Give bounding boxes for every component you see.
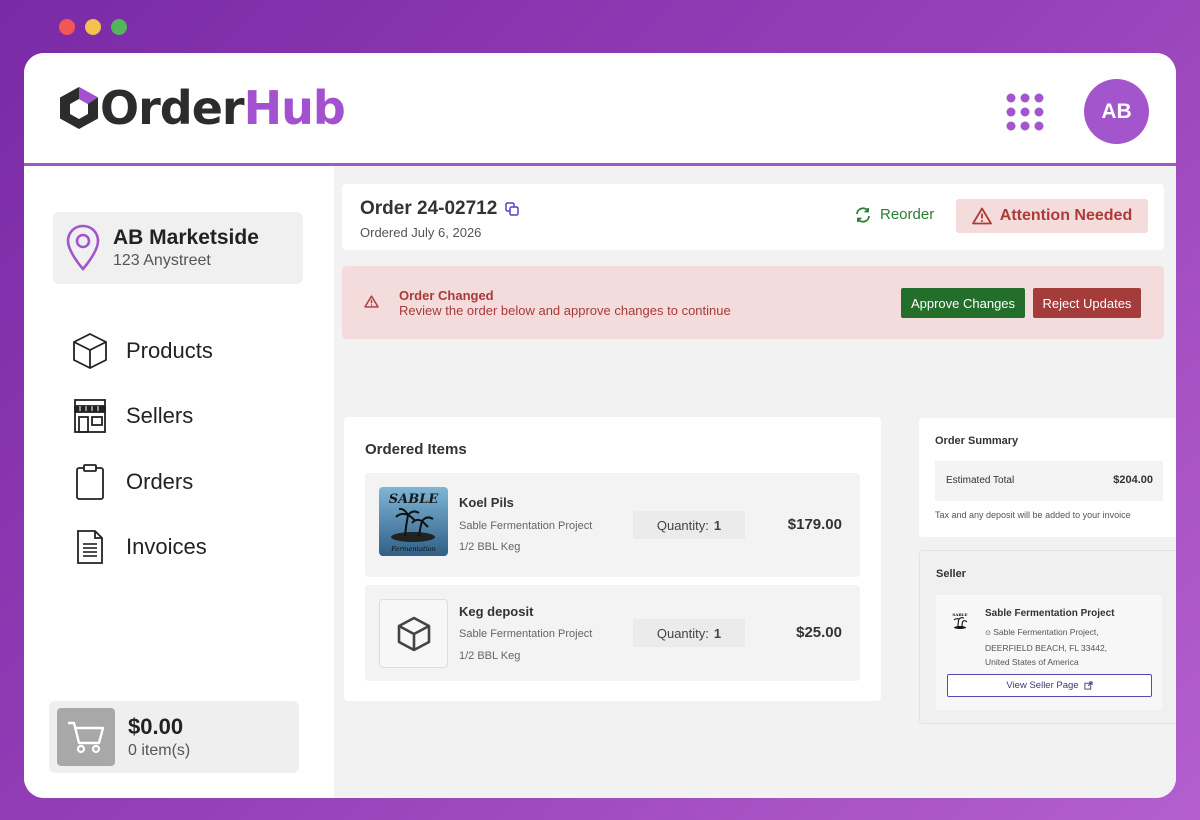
maximize-window-dot[interactable] <box>111 19 127 35</box>
svg-text:SABLE: SABLE <box>952 612 967 617</box>
seller-address: ⊙ Sable Fermentation Project, DEERFIELD … <box>985 625 1160 669</box>
reorder-label: Reorder <box>880 206 935 223</box>
order-changed-alert: Order Changed Review the order below and… <box>342 266 1164 339</box>
seller-logo: SABLE <box>952 612 968 629</box>
document-icon <box>70 527 110 567</box>
app-window: OrderHub AB AB Marketside 123 Anystreet <box>24 53 1176 798</box>
alert-title: Order Changed <box>399 288 494 303</box>
svg-text:SABLE: SABLE <box>389 492 440 507</box>
item-price: $179.00 <box>787 516 842 533</box>
summary-note: Tax and any deposit will be added to you… <box>935 510 1131 520</box>
approve-changes-button[interactable]: Approve Changes <box>901 288 1025 318</box>
reorder-button[interactable]: Reorder <box>854 206 934 223</box>
sidebar-item-label: Products <box>126 337 213 363</box>
sidebar-item-label: Sellers <box>126 403 194 429</box>
item-quantity: Quantity: 1 <box>633 511 745 539</box>
order-date: Ordered July 6, 2026 <box>360 225 482 240</box>
seller-address-line1: Sable Fermentation Project, <box>993 627 1099 637</box>
map-pin-icon: ⊙ <box>985 630 991 637</box>
seller-panel: Seller SABLE Sable Fermentation Project … <box>919 550 1176 724</box>
cart-item-count: 0 item(s) <box>128 742 191 759</box>
item-quantity: Quantity: 1 <box>633 619 745 647</box>
reject-updates-button[interactable]: Reject Updates <box>1033 288 1141 318</box>
top-bar: OrderHub AB <box>24 53 1176 166</box>
logo[interactable]: OrderHub <box>58 85 346 131</box>
item-seller: Sable Fermentation Project <box>459 628 593 640</box>
item-size: 1/2 BBL Keg <box>459 650 521 662</box>
store-address: 123 Anystreet <box>113 252 211 269</box>
ordered-items-panel: Ordered Items SABLE Fermentation Koel Pi… <box>344 417 881 701</box>
store-name: AB Marketside <box>113 226 259 249</box>
order-title: Order 24-02712 <box>360 198 520 220</box>
logo-text-hub: Hub <box>243 81 346 135</box>
view-seller-page-button[interactable]: View Seller Page <box>947 674 1152 697</box>
cart-summary[interactable]: $0.00 0 item(s) <box>49 701 299 773</box>
logo-cube-icon <box>60 87 98 129</box>
estimated-total-label: Estimated Total <box>946 475 1015 486</box>
sidebar-item-orders[interactable]: Orders <box>70 449 213 515</box>
sidebar-nav: Products Sellers Orders Invoices <box>70 318 213 580</box>
svg-text:Fermentation: Fermentation <box>390 545 436 553</box>
item-seller: Sable Fermentation Project <box>459 520 593 532</box>
seller-panel-title: Seller <box>936 568 966 580</box>
product-image: SABLE Fermentation <box>379 487 448 556</box>
copy-icon[interactable] <box>505 202 520 216</box>
estimated-total-value: $204.00 <box>1113 474 1153 486</box>
status-badge: Attention Needed <box>956 199 1148 233</box>
product-image <box>379 599 448 668</box>
sidebar-item-label: Invoices <box>126 534 207 560</box>
window-controls <box>59 19 127 35</box>
order-summary-panel: Order Summary Estimated Total $204.00 Ta… <box>919 418 1176 537</box>
order-item-row[interactable]: Keg deposit Sable Fermentation Project 1… <box>365 585 860 681</box>
sidebar-item-sellers[interactable]: Sellers <box>70 384 213 450</box>
order-header: Order 24-02712 Ordered July 6, 2026 Reor… <box>342 184 1164 250</box>
box-icon <box>397 616 430 651</box>
refresh-icon <box>856 206 870 223</box>
apps-grid-icon[interactable] <box>1006 93 1044 131</box>
sidebar: AB Marketside 123 Anystreet Products Sel… <box>24 166 334 798</box>
quantity-value: 1 <box>713 517 722 533</box>
sidebar-item-products[interactable]: Products <box>70 318 213 384</box>
estimated-total-box: Estimated Total $204.00 <box>935 461 1163 501</box>
external-link-icon <box>1084 681 1093 690</box>
clipboard-icon <box>70 462 110 502</box>
sidebar-item-label: Orders <box>126 468 194 494</box>
quantity-label: Quantity: <box>656 625 709 641</box>
view-seller-page-label: View Seller Page <box>1006 680 1079 691</box>
warning-icon <box>364 295 379 308</box>
logo-text: OrderHub <box>100 85 346 131</box>
warning-icon <box>971 207 992 225</box>
main-content: Order 24-02712 Ordered July 6, 2026 Reor… <box>334 166 1176 798</box>
sidebar-item-invoices[interactable]: Invoices <box>70 515 213 581</box>
status-label: Attention Needed <box>999 207 1133 224</box>
box-icon <box>70 331 110 371</box>
storefront-icon <box>70 396 110 436</box>
item-price: $25.00 <box>796 624 842 641</box>
store-selector[interactable]: AB Marketside 123 Anystreet <box>53 212 303 284</box>
item-name: Keg deposit <box>459 604 534 619</box>
quantity-label: Quantity: <box>656 517 709 533</box>
seller-card: SABLE Sable Fermentation Project ⊙ Sable… <box>936 595 1162 710</box>
order-summary-title: Order Summary <box>935 435 1019 447</box>
logo-text-order: Order <box>100 81 245 135</box>
minimize-window-dot[interactable] <box>85 19 101 35</box>
location-pin-icon <box>66 224 100 271</box>
close-window-dot[interactable] <box>59 19 75 35</box>
seller-name: Sable Fermentation Project <box>985 608 1115 619</box>
cart-icon <box>57 708 115 766</box>
alert-message: Review the order below and approve chang… <box>399 303 731 318</box>
cart-total: $0.00 <box>128 714 184 739</box>
ordered-items-title: Ordered Items <box>365 441 467 458</box>
seller-address-line2: DEERFIELD BEACH, FL 33442, <box>985 643 1108 653</box>
order-item-row[interactable]: SABLE Fermentation Koel Pils Sable Ferme… <box>365 473 860 577</box>
item-size: 1/2 BBL Keg <box>459 541 521 553</box>
sable-logo-image: SABLE Fermentation <box>379 487 448 556</box>
seller-address-line3: United States of America <box>985 657 1079 667</box>
item-name: Koel Pils <box>459 495 514 510</box>
avatar[interactable]: AB <box>1084 79 1149 144</box>
quantity-value: 1 <box>713 625 722 641</box>
order-number: Order 24-02712 <box>360 198 498 219</box>
